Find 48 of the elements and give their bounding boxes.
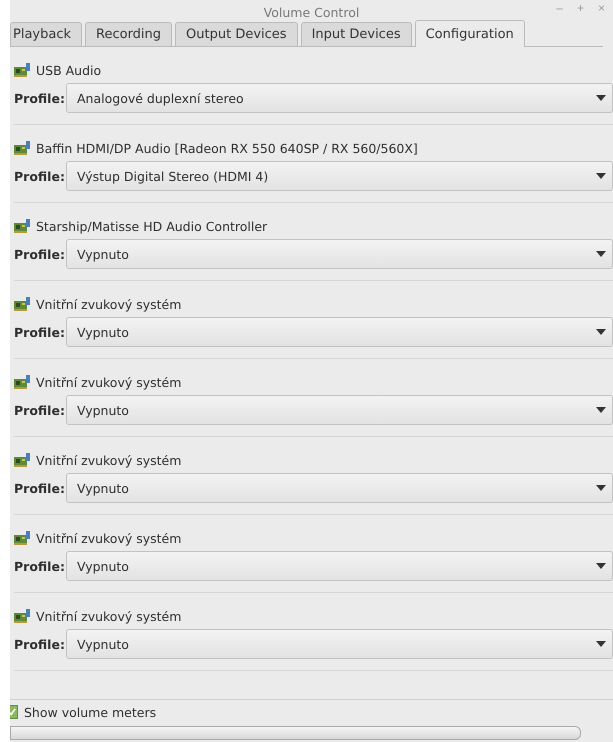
profile-label: Profile: bbox=[14, 324, 66, 340]
window-title: Volume Control bbox=[264, 6, 360, 20]
tab[interactable]: Output Devices bbox=[175, 22, 298, 46]
checkbox-label[interactable]: Show volume meters bbox=[24, 704, 156, 720]
device-name: Baffin HDMI/DP Audio [Radeon RX 550 640SP / RX 560/560X] bbox=[36, 140, 418, 156]
sound-card-icon bbox=[14, 63, 30, 77]
profile-dropdown[interactable]: Analogové duplexní stereo bbox=[66, 83, 613, 113]
scrollbar[interactable] bbox=[10, 726, 581, 740]
sound-card-icon bbox=[14, 531, 30, 545]
profile-dropdown[interactable]: Vypnuto bbox=[66, 551, 613, 581]
profile-label: Profile: bbox=[14, 558, 66, 574]
caret-icon bbox=[596, 95, 606, 101]
device-name: Vnitřní zvukový systém bbox=[36, 530, 182, 546]
sound-card-icon bbox=[14, 609, 30, 623]
tab[interactable]: Input Devices bbox=[300, 22, 412, 46]
device-name: Vnitřní zvukový systém bbox=[36, 608, 182, 624]
device-name: Starship/Matisse HD Audio Controller bbox=[36, 218, 268, 234]
caret-icon bbox=[596, 329, 606, 335]
profile-label: Profile: bbox=[14, 246, 66, 262]
tab[interactable]: Recording bbox=[85, 22, 172, 46]
profile-dropdown[interactable]: Vypnuto bbox=[66, 473, 613, 503]
sound-card-icon bbox=[14, 453, 30, 467]
profile-dropdown[interactable]: Vypnuto bbox=[66, 317, 613, 347]
profile-dropdown[interactable]: Výstup Digital Stereo (HDMI 4) bbox=[66, 161, 613, 191]
tab[interactable]: Playback bbox=[10, 22, 82, 46]
tab[interactable]: Configuration bbox=[414, 20, 525, 47]
sound-card-icon bbox=[14, 141, 30, 155]
profile-dropdown[interactable]: Vypnuto bbox=[66, 629, 613, 659]
profile-dropdown[interactable]: Vypnuto bbox=[66, 239, 613, 269]
sound-card-icon bbox=[14, 297, 30, 311]
profile-label: Profile: bbox=[14, 636, 66, 652]
profile-label: Profile: bbox=[14, 402, 66, 418]
caret-icon bbox=[596, 485, 606, 491]
sound-card-icon bbox=[14, 219, 30, 233]
profile-label: Profile: bbox=[14, 168, 66, 184]
profile-label: Profile: bbox=[14, 90, 66, 106]
profile-label: Profile: bbox=[14, 480, 66, 496]
profile-dropdown[interactable]: Vypnuto bbox=[66, 395, 613, 425]
caret-icon bbox=[596, 251, 606, 257]
sound-card-icon bbox=[14, 375, 30, 389]
device-name: USB Audio bbox=[36, 62, 102, 78]
device-name: Vnitřní zvukový systém bbox=[36, 452, 182, 468]
device-name: Vnitřní zvukový systém bbox=[36, 296, 182, 312]
caret-icon bbox=[596, 173, 606, 179]
caret-icon bbox=[596, 407, 606, 413]
caret-icon bbox=[596, 641, 606, 647]
caret-icon bbox=[596, 563, 606, 569]
device-name: Vnitřní zvukový systém bbox=[36, 374, 182, 390]
